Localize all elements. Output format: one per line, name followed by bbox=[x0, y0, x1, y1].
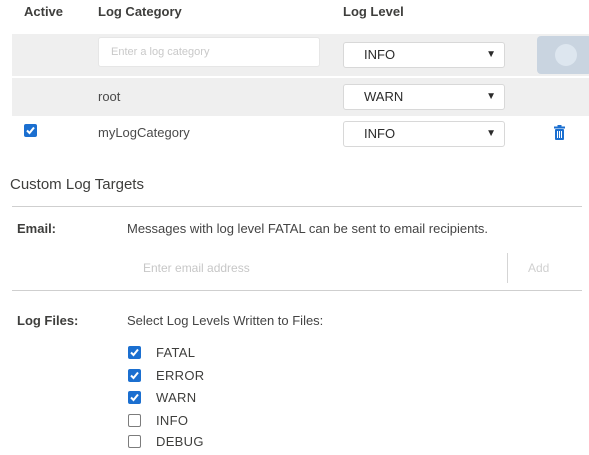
chevron-down-icon: ▼ bbox=[486, 128, 496, 139]
email-description: Messages with log level FATAL can be sen… bbox=[127, 221, 489, 236]
divider bbox=[12, 290, 582, 291]
chevron-down-icon: ▼ bbox=[486, 49, 496, 60]
warn-checkbox[interactable] bbox=[128, 391, 141, 404]
log-files-label: Log Files: bbox=[17, 313, 79, 328]
info-checkbox[interactable] bbox=[128, 414, 141, 427]
new-log-level-select[interactable]: INFO ▼ bbox=[343, 42, 505, 68]
log-files-description: Select Log Levels Written to Files: bbox=[127, 313, 324, 328]
new-log-category-row: Enter a log category INFO ▼ bbox=[12, 34, 589, 76]
new-log-level-value: INFO bbox=[364, 47, 396, 62]
chevron-down-icon: ▼ bbox=[486, 91, 496, 102]
trash-icon[interactable] bbox=[554, 125, 565, 140]
section-title: Custom Log Targets bbox=[10, 176, 144, 193]
divider bbox=[12, 206, 582, 207]
log-level-value: INFO bbox=[364, 126, 396, 141]
active-checkbox[interactable] bbox=[24, 124, 37, 137]
log-category-name: myLogCategory bbox=[98, 125, 190, 140]
check-icon bbox=[130, 393, 139, 402]
log-category-input[interactable]: Enter a log category bbox=[98, 37, 320, 67]
add-log-category-button[interactable] bbox=[537, 36, 589, 74]
table-row: root WARN ▼ bbox=[12, 78, 589, 116]
email-input[interactable]: Enter email address bbox=[127, 253, 507, 283]
error-checkbox[interactable] bbox=[128, 369, 141, 382]
fatal-checkbox[interactable] bbox=[128, 346, 141, 359]
check-icon bbox=[130, 371, 139, 380]
warn-label: WARN bbox=[156, 390, 197, 405]
log-level-select[interactable]: WARN ▼ bbox=[343, 84, 505, 110]
fatal-label: FATAL bbox=[156, 345, 196, 360]
log-level-select[interactable]: INFO ▼ bbox=[343, 121, 505, 147]
check-icon bbox=[130, 348, 139, 357]
info-label: INFO bbox=[156, 413, 189, 428]
debug-checkbox[interactable] bbox=[128, 435, 141, 448]
column-header-log-category: Log Category bbox=[98, 4, 182, 19]
check-icon bbox=[26, 126, 35, 135]
debug-label: DEBUG bbox=[156, 434, 204, 449]
log-level-value: WARN bbox=[364, 89, 404, 104]
column-header-active: Active bbox=[24, 4, 64, 19]
error-label: ERROR bbox=[156, 368, 205, 383]
column-header-log-level: Log Level bbox=[343, 4, 404, 19]
email-label: Email: bbox=[17, 221, 57, 236]
log-category-name: root bbox=[98, 89, 121, 104]
table-row: myLogCategory INFO ▼ bbox=[12, 118, 589, 150]
add-email-button[interactable]: Add bbox=[507, 253, 589, 283]
